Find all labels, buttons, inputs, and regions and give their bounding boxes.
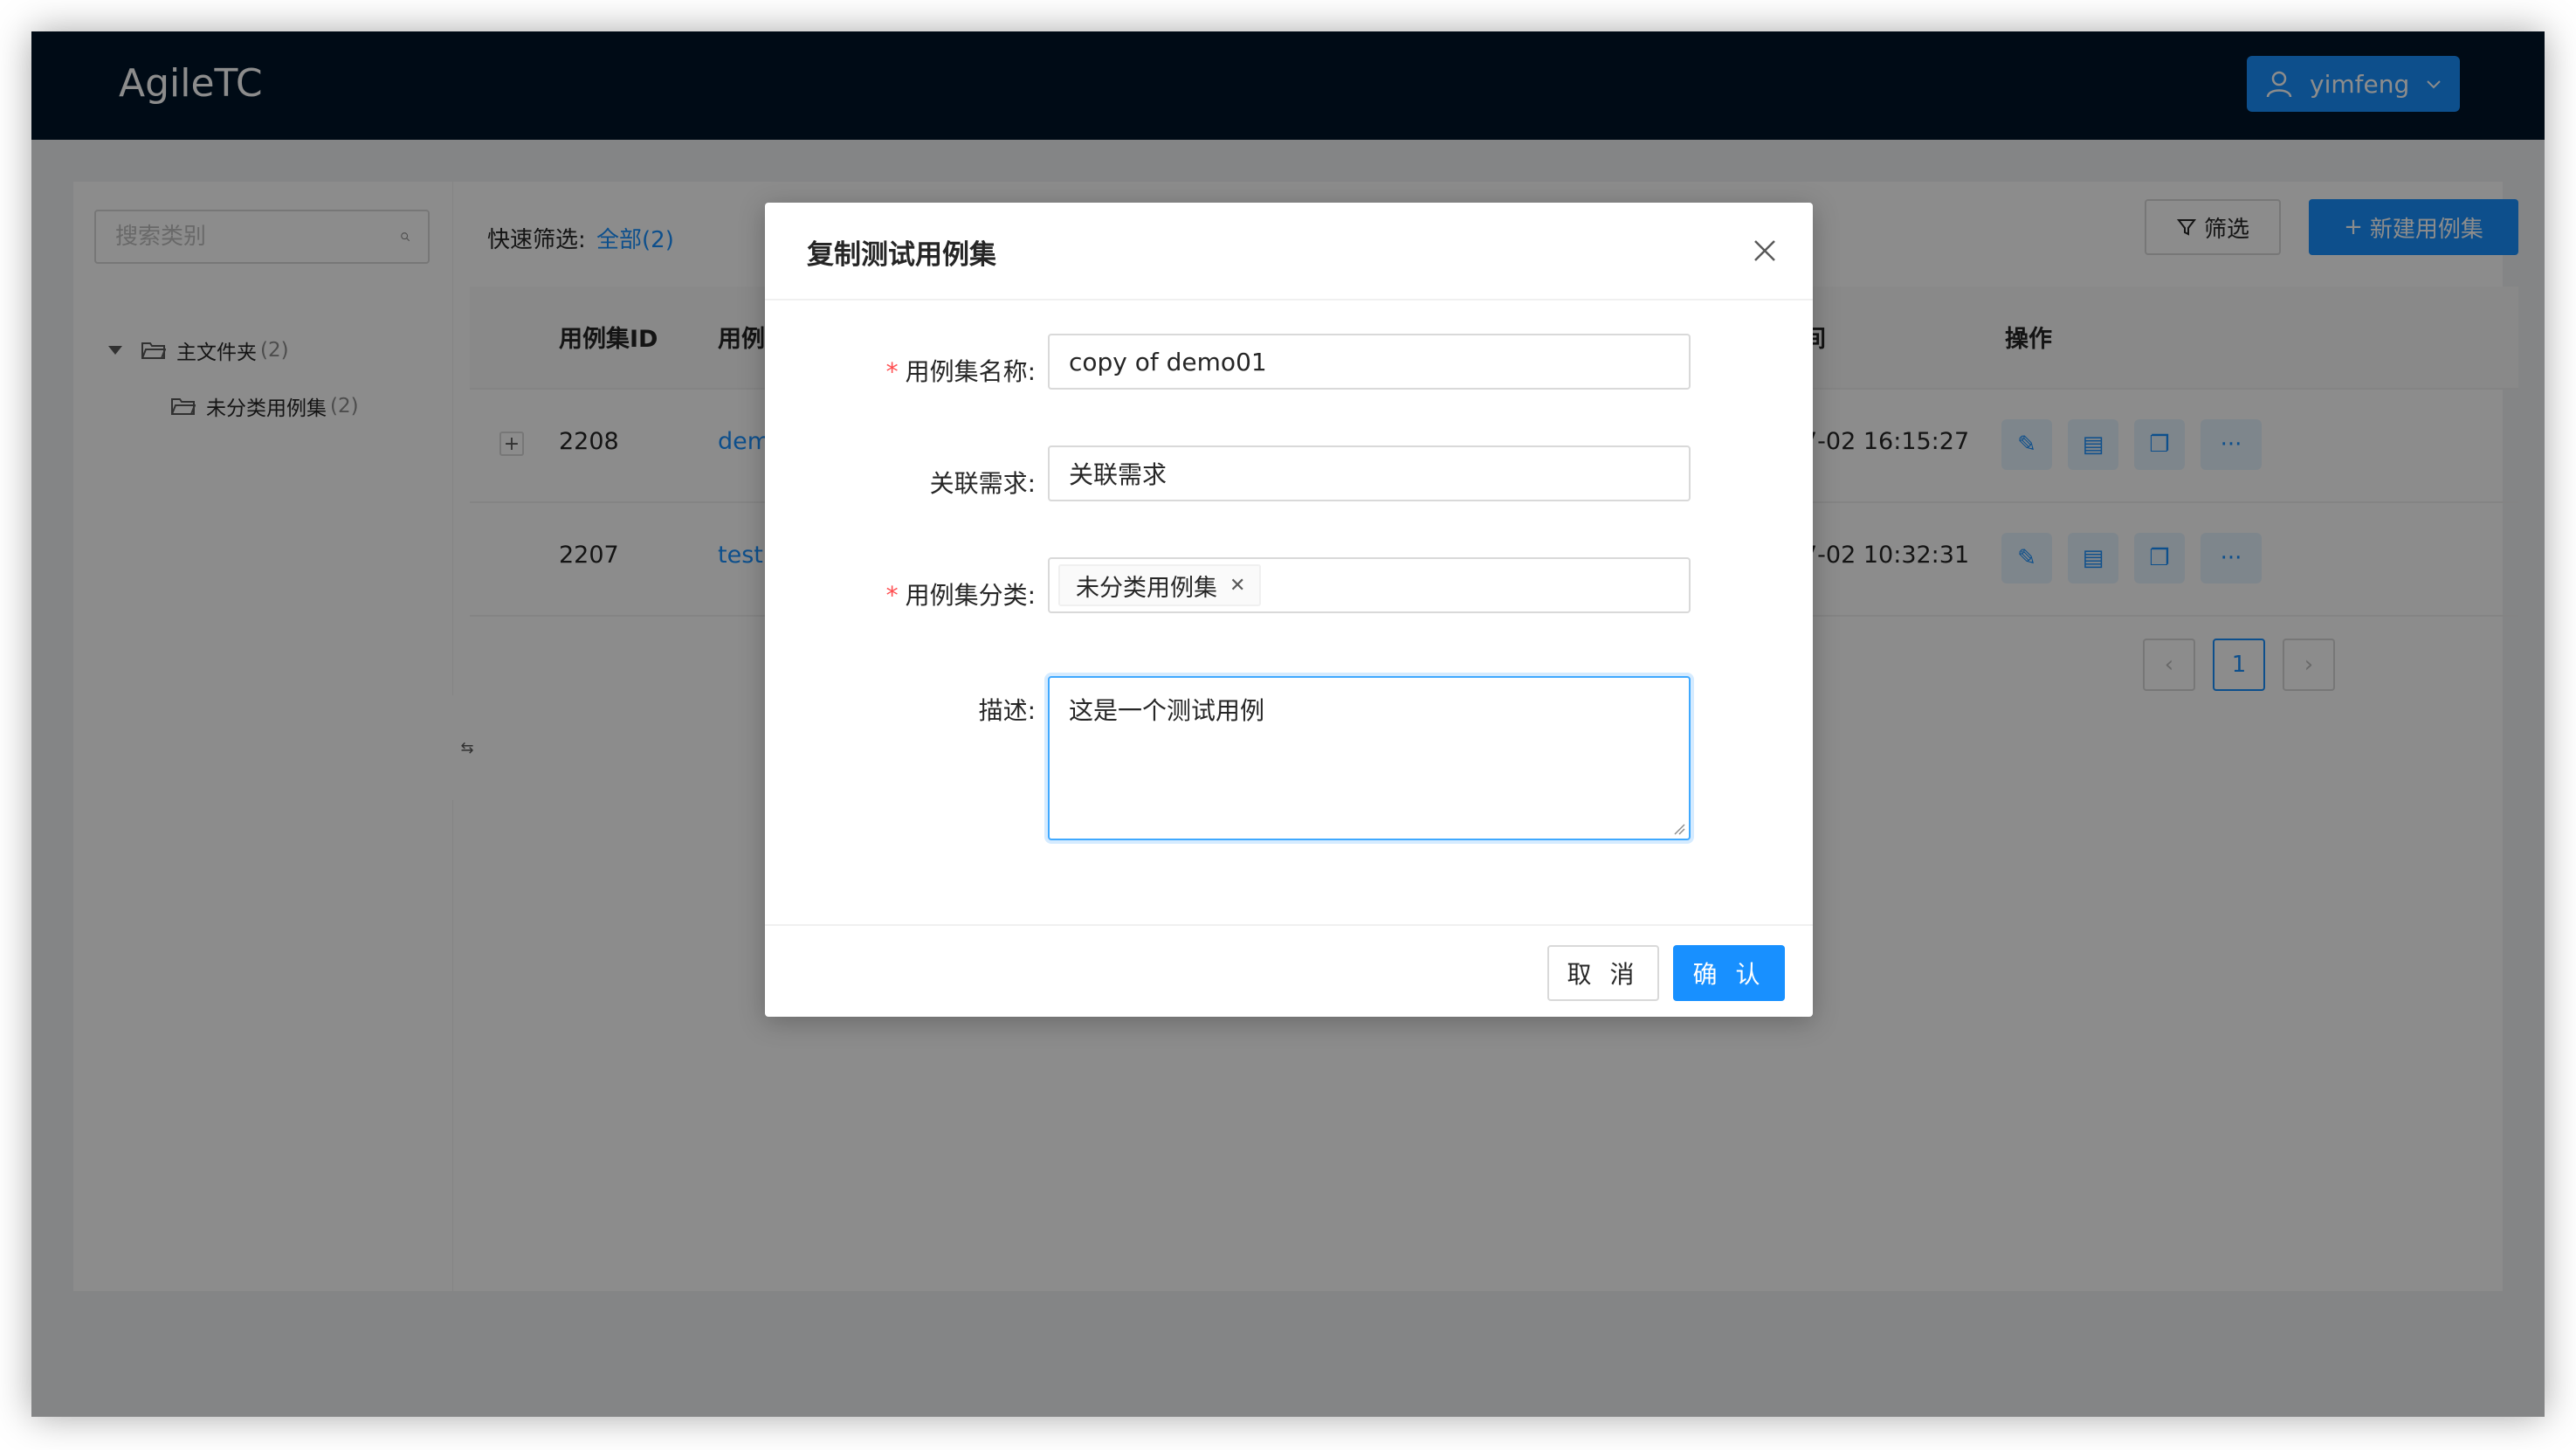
- requirement-input[interactable]: 关联需求: [1048, 445, 1691, 501]
- category-tag-label: 未分类用例集: [1076, 574, 1217, 602]
- case-set-name-label: * 用例集名称:: [885, 357, 1036, 386]
- dialog-title: 复制测试用例集: [807, 239, 996, 271]
- category-select[interactable]: 未分类用例集 ✕: [1048, 557, 1691, 613]
- tag-close-icon[interactable]: ✕: [1229, 575, 1245, 597]
- required-mark: *: [885, 357, 899, 386]
- copy-case-set-dialog: 复制测试用例集 * 用例集名称: copy of demo01 关联需求: 关联需…: [765, 203, 1813, 1017]
- app-window: AgileTC yimfeng 搜索类别 主文件夹 (2) 未分类用例集 (2)…: [31, 31, 2545, 1417]
- requirement-label: 关联需求:: [929, 469, 1036, 498]
- cancel-button[interactable]: 取 消: [1547, 945, 1659, 1001]
- requirement-value: 关联需求: [1069, 460, 1167, 489]
- close-icon[interactable]: [1752, 238, 1778, 264]
- description-value: 这是一个测试用例: [1069, 696, 1265, 725]
- dialog-footer: 取 消 确 认: [765, 924, 1813, 1018]
- category-label: * 用例集分类:: [885, 581, 1036, 610]
- case-set-name-input[interactable]: copy of demo01: [1048, 334, 1691, 390]
- dialog-header: 复制测试用例集: [765, 203, 1813, 300]
- case-set-name-value: copy of demo01: [1069, 347, 1267, 376]
- category-tag: 未分类用例集 ✕: [1058, 564, 1262, 606]
- description-textarea[interactable]: 这是一个测试用例: [1048, 676, 1691, 840]
- resize-grip-icon[interactable]: [1673, 823, 1685, 835]
- required-mark: *: [885, 581, 899, 610]
- description-label: 描述:: [978, 696, 1036, 725]
- confirm-button[interactable]: 确 认: [1673, 945, 1785, 1001]
